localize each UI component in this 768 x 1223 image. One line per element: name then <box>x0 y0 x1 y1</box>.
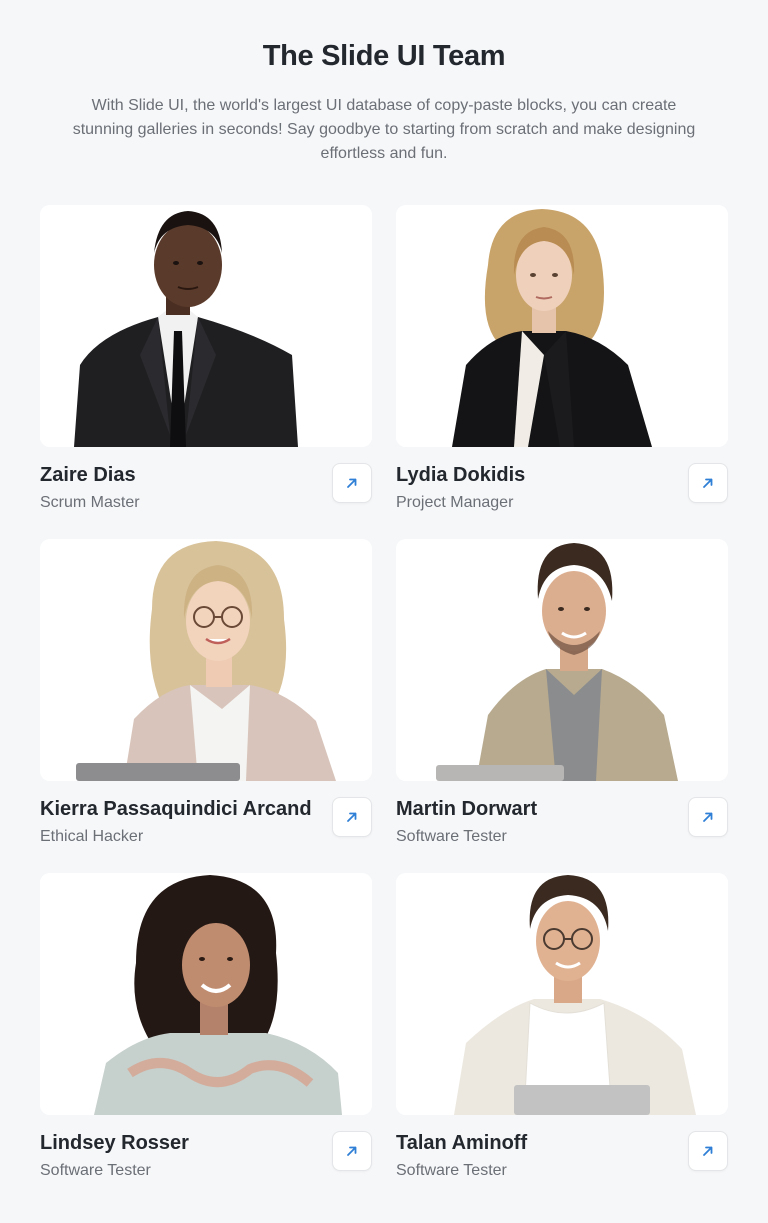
member-role: Software Tester <box>396 828 507 845</box>
member-name: Talan Aminoff <box>396 1132 528 1154</box>
team-card: Zaire Dias Scrum Master <box>40 205 372 515</box>
member-role: Ethical Hacker <box>40 828 144 845</box>
profile-link-button[interactable] <box>688 463 728 503</box>
team-card: Talan Aminoff Software Tester <box>396 873 728 1183</box>
portrait-image <box>40 539 372 781</box>
member-name: Zaire Dias <box>40 464 136 486</box>
team-section: The Slide UI Team With Slide UI, the wor… <box>0 0 768 1223</box>
arrow-up-right-icon <box>347 1146 357 1156</box>
portrait-image <box>40 205 372 447</box>
member-photo <box>396 873 728 1115</box>
profile-link-button[interactable] <box>688 797 728 837</box>
profile-link-button[interactable] <box>332 463 372 503</box>
member-photo <box>396 539 728 781</box>
portrait-image <box>40 873 372 1115</box>
team-card: Lindsey Rosser Software Tester <box>40 873 372 1183</box>
portrait-image <box>396 539 728 781</box>
profile-link-button[interactable] <box>332 797 372 837</box>
team-card: Kierra Passaquindici Arcand Ethical Hack… <box>40 539 372 849</box>
page-title: The Slide UI Team <box>262 40 506 72</box>
member-role: Software Tester <box>396 1162 507 1179</box>
member-role: Software Tester <box>40 1162 151 1179</box>
member-role: Project Manager <box>396 494 514 511</box>
portrait-image <box>396 873 728 1115</box>
arrow-up-right-icon <box>703 478 713 488</box>
member-name: Lydia Dokidis <box>396 464 526 486</box>
member-name: Martin Dorwart <box>396 798 538 820</box>
profile-link-button[interactable] <box>688 1131 728 1171</box>
team-card: Martin Dorwart Software Tester <box>396 539 728 849</box>
team-card: Lydia Dokidis Project Manager <box>396 205 728 515</box>
profile-link-button[interactable] <box>332 1131 372 1171</box>
member-name: Kierra Passaquindici Arcand <box>40 798 312 820</box>
arrow-up-right-icon <box>347 478 357 488</box>
page-subtitle: With Slide UI, the world's largest UI da… <box>72 97 696 162</box>
arrow-up-right-icon <box>703 1146 713 1156</box>
member-photo <box>40 205 372 447</box>
portrait-image <box>396 205 728 447</box>
member-photo <box>40 873 372 1115</box>
arrow-up-right-icon <box>703 812 713 822</box>
member-name: Lindsey Rosser <box>40 1132 189 1154</box>
member-photo <box>40 539 372 781</box>
arrow-up-right-icon <box>347 812 357 822</box>
member-role: Scrum Master <box>40 494 140 511</box>
member-photo <box>396 205 728 447</box>
